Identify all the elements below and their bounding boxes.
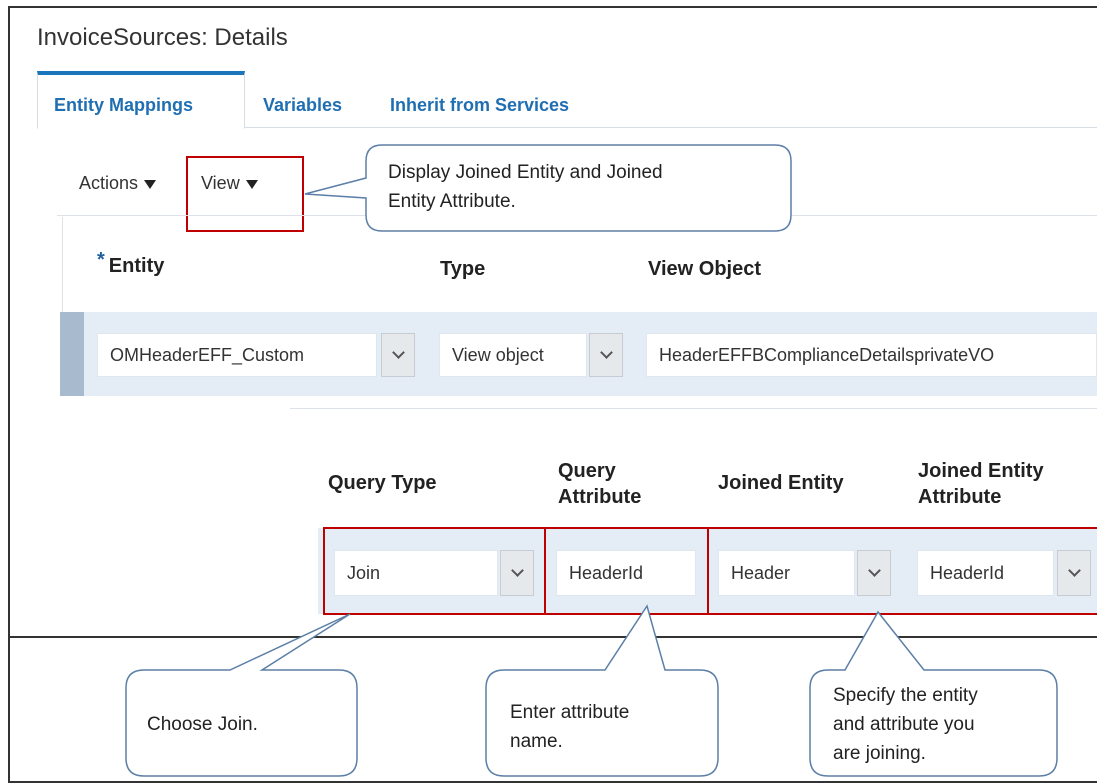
view-callout-text: Display Joined Entity and Joined Entity … [388, 162, 663, 212]
attribute-callout-text: Enter attribute name. [510, 702, 630, 752]
join-callout-text: Choose Join. [147, 714, 258, 735]
entity-callout-text: Specify the entity and attribute you are… [833, 685, 978, 764]
join-callout-bubble [125, 613, 358, 777]
callout-shapes [125, 144, 1058, 777]
